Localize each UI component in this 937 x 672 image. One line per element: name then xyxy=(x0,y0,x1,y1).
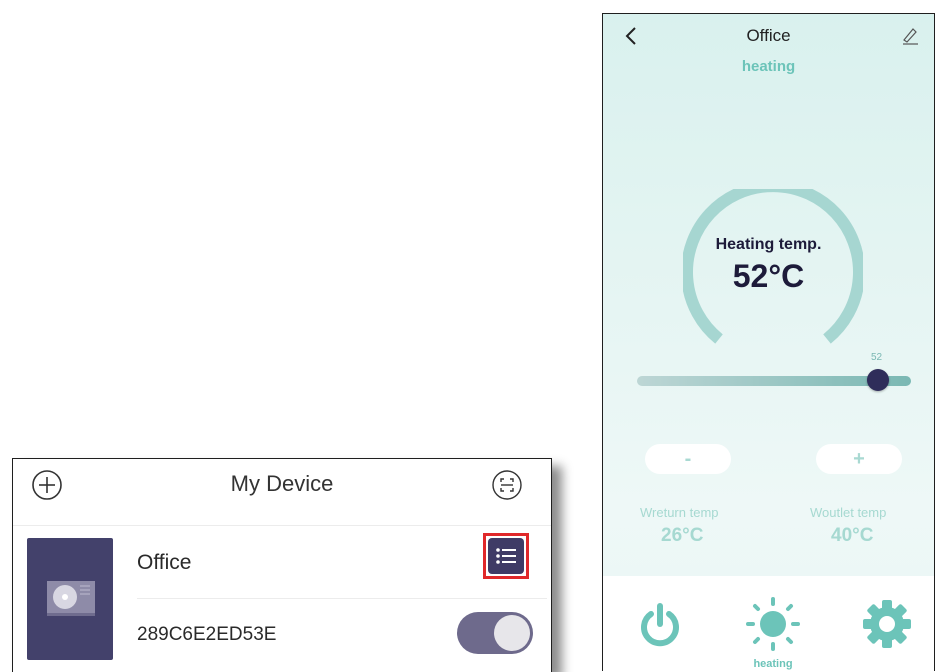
gear-icon[interactable] xyxy=(861,598,913,650)
device-thumbnail xyxy=(27,538,113,660)
slider-value-label: 52 xyxy=(871,352,883,363)
device-title: Office xyxy=(746,26,791,45)
mode-status: heating xyxy=(741,58,796,75)
gauge-label: Heating temp. xyxy=(715,236,822,253)
device-power-toggle[interactable] xyxy=(457,612,533,654)
my-device-panel: My Device Office 289C6E2ED53E xyxy=(12,458,552,672)
office-control-panel: Office heating Heating temp. 52°C 52 - +… xyxy=(602,13,935,671)
heat-pump-icon xyxy=(47,581,95,616)
slider-thumb[interactable] xyxy=(867,369,889,391)
wreturn-temp-label: Wreturn temp xyxy=(640,505,719,520)
sun-icon[interactable] xyxy=(745,596,801,652)
device-menu-button[interactable] xyxy=(483,533,529,579)
list-icon xyxy=(488,538,524,574)
toggle-knob xyxy=(494,615,530,651)
device-id: 289C6E2ED53E xyxy=(137,624,277,645)
woutlet-temp-value: 40°C xyxy=(831,525,874,546)
heating-mode-label: heating xyxy=(753,658,793,670)
power-icon[interactable] xyxy=(637,602,683,648)
device-name: Office xyxy=(137,551,192,574)
my-device-header: My Device xyxy=(13,459,551,523)
wreturn-temp-value: 26°C xyxy=(661,525,704,546)
device-row-divider xyxy=(137,598,547,599)
bottom-nav: heating xyxy=(603,576,934,671)
edit-icon[interactable] xyxy=(900,25,920,45)
decrease-temp-button[interactable]: - xyxy=(645,444,731,474)
increase-temp-button[interactable]: + xyxy=(816,444,902,474)
scan-qr-icon[interactable] xyxy=(491,469,523,501)
page-title: My Device xyxy=(230,471,334,496)
gauge-value: 52°C xyxy=(732,258,805,294)
device-card[interactable]: Office 289C6E2ED53E xyxy=(13,526,551,672)
woutlet-temp-label: Woutlet temp xyxy=(810,505,887,520)
